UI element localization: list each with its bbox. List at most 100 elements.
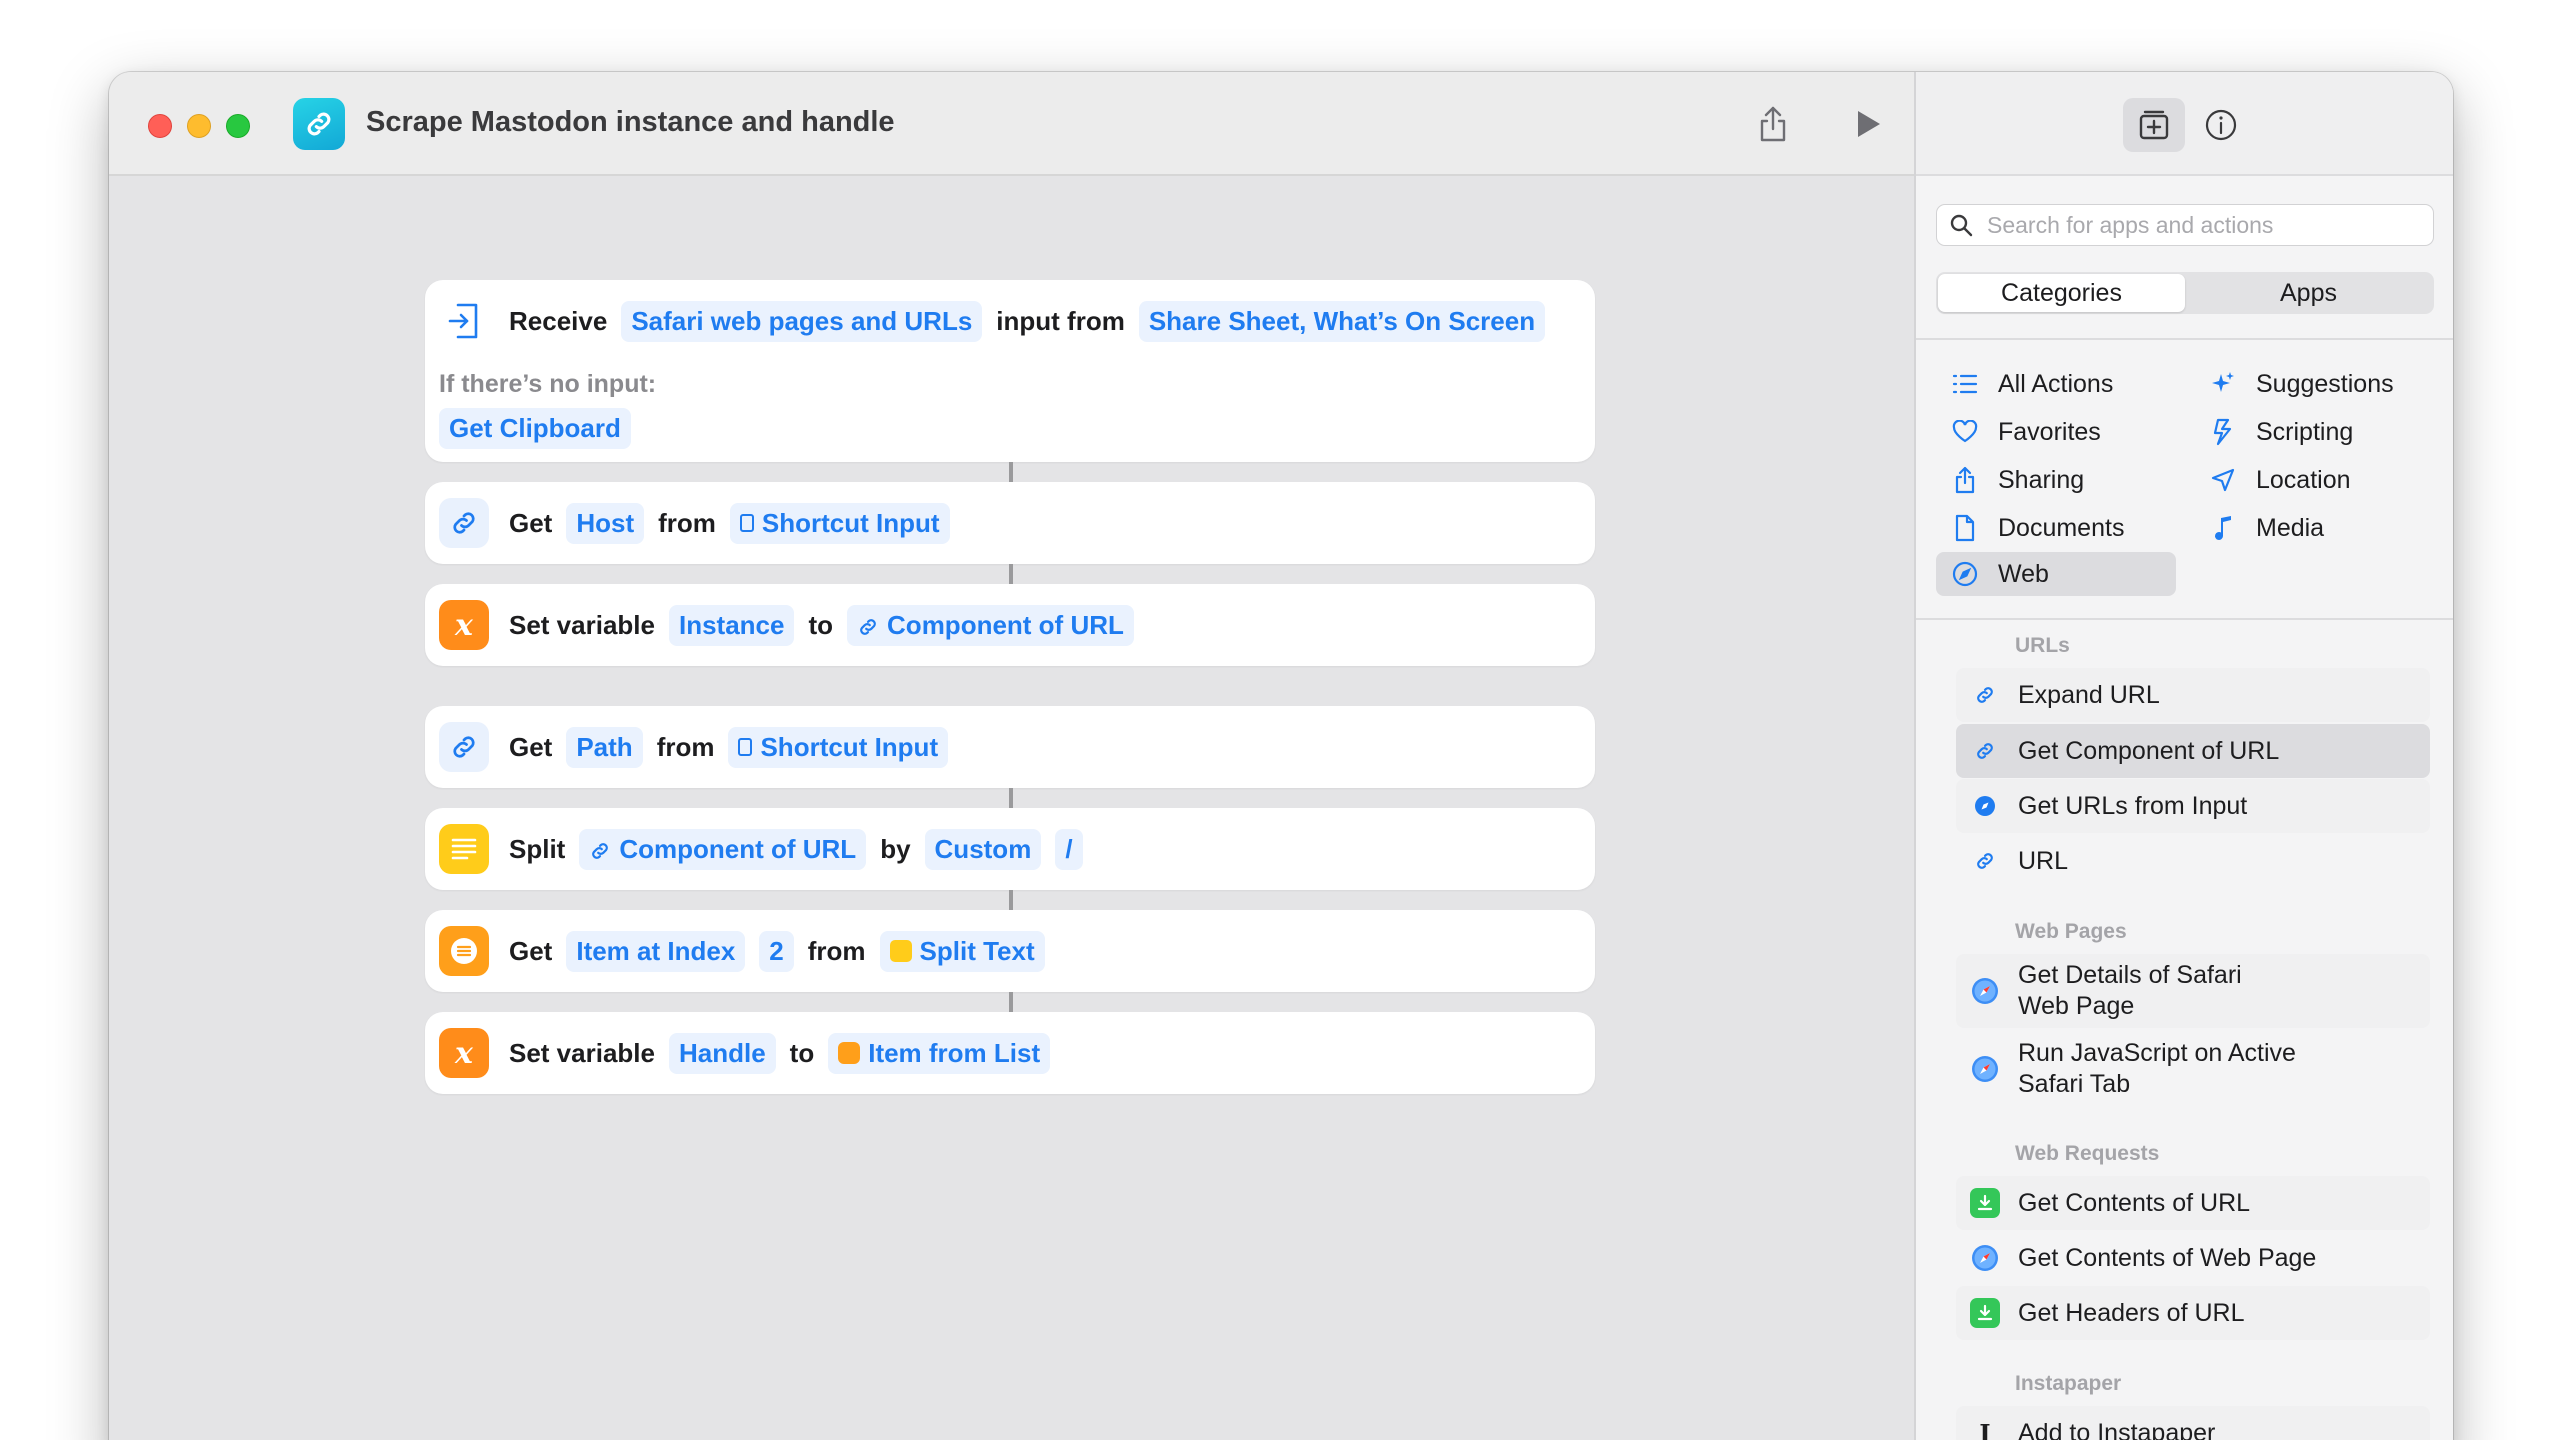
category-suggestions[interactable]: Suggestions bbox=[2194, 362, 2434, 406]
token-label: Split Text bbox=[919, 935, 1035, 966]
divider bbox=[1916, 338, 2453, 340]
action-url[interactable]: URL bbox=[1956, 834, 2430, 888]
input-sources-token[interactable]: Share Sheet, What’s On Screen bbox=[1138, 300, 1546, 342]
music-note-icon bbox=[2208, 513, 2238, 543]
shortcut-input-token[interactable]: Shortcut Input bbox=[729, 502, 950, 544]
shortcut-icon[interactable] bbox=[293, 98, 345, 150]
category-all-actions[interactable]: All Actions bbox=[1936, 362, 2176, 406]
receive-action[interactable]: Receive Safari web pages and URLs input … bbox=[425, 280, 1595, 462]
action-connector bbox=[1009, 564, 1013, 584]
link-icon bbox=[1970, 680, 2000, 710]
search-input[interactable] bbox=[1987, 211, 2427, 239]
variable-name-token[interactable]: Instance bbox=[668, 604, 795, 646]
instapaper-icon: I bbox=[1979, 1418, 1991, 1440]
action-run-javascript-on-active-safari-tab[interactable]: Run JavaScript on Active Safari Tab bbox=[1956, 1032, 2430, 1106]
action-label: Expand URL bbox=[2018, 680, 2160, 709]
action-add-to-instapaper[interactable]: I Add to Instapaper bbox=[1956, 1406, 2430, 1440]
action-connector bbox=[1009, 788, 1013, 808]
get-path-action[interactable]: Get Path from Shortcut Input bbox=[425, 706, 1595, 788]
input-types-token[interactable]: Safari web pages and URLs bbox=[621, 300, 983, 342]
zoom-window-button[interactable] bbox=[226, 114, 250, 138]
item-type-token[interactable]: Item at Index bbox=[566, 930, 746, 972]
action-get-headers-of-url[interactable]: Get Headers of URL bbox=[1956, 1286, 2430, 1340]
action-label: Add to Instapaper bbox=[2018, 1418, 2216, 1440]
text-lines-icon bbox=[889, 940, 912, 962]
category-documents[interactable]: Documents bbox=[1936, 506, 2176, 550]
segment-categories[interactable]: Categories bbox=[1938, 274, 2185, 312]
category-location[interactable]: Location bbox=[2194, 458, 2434, 502]
set-instance-action[interactable]: x Set variable Instance to Component of … bbox=[425, 584, 1595, 666]
receive-input-icon bbox=[439, 296, 489, 346]
get-host-action[interactable]: Get Host from Shortcut Input bbox=[425, 482, 1595, 564]
sparkle-icon bbox=[2208, 369, 2238, 399]
heart-icon bbox=[1950, 417, 1980, 447]
component-token[interactable]: Path bbox=[566, 726, 643, 768]
separator-type-token[interactable]: Custom bbox=[924, 828, 1042, 870]
token-label: Shortcut Input bbox=[761, 507, 940, 538]
segment-apps[interactable]: Apps bbox=[2185, 274, 2432, 312]
search-icon bbox=[1950, 214, 1973, 237]
share-button[interactable] bbox=[1751, 102, 1795, 146]
download-icon bbox=[1970, 1188, 2000, 1218]
compass-icon bbox=[1970, 791, 2000, 821]
action-word: by bbox=[880, 833, 911, 864]
custom-separator-token[interactable]: / bbox=[1055, 828, 1083, 870]
category-media[interactable]: Media bbox=[2194, 506, 2434, 550]
section-header-web-requests: Web Requests bbox=[2015, 1142, 2160, 1165]
safari-icon bbox=[1970, 1243, 2000, 1273]
action-get-contents-of-url[interactable]: Get Contents of URL bbox=[1956, 1176, 2430, 1230]
variable-x-icon: x bbox=[439, 1028, 489, 1078]
link-icon bbox=[439, 722, 489, 772]
action-label: Get Contents of URL bbox=[2018, 1188, 2251, 1217]
get-item-action[interactable]: Get Item at Index 2 from Split Text bbox=[425, 910, 1595, 992]
set-handle-action[interactable]: x Set variable Handle to Item from List bbox=[425, 1012, 1595, 1094]
component-token[interactable]: Host bbox=[566, 502, 645, 544]
details-button[interactable] bbox=[2190, 98, 2252, 152]
run-button[interactable] bbox=[1846, 102, 1890, 146]
close-window-button[interactable] bbox=[148, 114, 172, 138]
section-header-instapaper: Instapaper bbox=[2015, 1372, 2122, 1395]
component-of-url-token[interactable]: Component of URL bbox=[847, 604, 1134, 646]
action-get-component-of-url[interactable]: Get Component of URL bbox=[1956, 724, 2430, 778]
fallback-token[interactable]: Get Clipboard bbox=[439, 408, 631, 449]
link-icon bbox=[439, 498, 489, 548]
library-segmented-control: Categories Apps bbox=[1936, 272, 2434, 314]
minimize-window-button[interactable] bbox=[187, 114, 211, 138]
info-icon bbox=[2205, 109, 2237, 141]
action-label: Get URLs from Input bbox=[2018, 791, 2248, 820]
index-token[interactable]: 2 bbox=[759, 930, 794, 972]
action-get-urls-from-input[interactable]: Get URLs from Input bbox=[1956, 779, 2430, 833]
share-icon bbox=[1950, 465, 1980, 495]
component-of-url-token[interactable]: Component of URL bbox=[579, 828, 867, 870]
category-label: Media bbox=[2256, 513, 2325, 542]
category-label: Location bbox=[2256, 465, 2351, 494]
list-icon bbox=[838, 1042, 861, 1064]
action-label: Get Contents of Web Page bbox=[2018, 1243, 2317, 1272]
item-from-list-token[interactable]: Item from List bbox=[828, 1032, 1051, 1074]
action-expand-url[interactable]: Expand URL bbox=[1956, 668, 2430, 722]
link-icon bbox=[589, 838, 611, 860]
category-web[interactable]: Web bbox=[1936, 552, 2176, 596]
search-field[interactable] bbox=[1936, 204, 2434, 246]
action-get-details-of-safari-web-page[interactable]: Get Details of Safari Web Page bbox=[1956, 954, 2430, 1028]
split-text-action[interactable]: Split Component of URL by Custom / bbox=[425, 808, 1595, 890]
no-input-label: If there’s no input: bbox=[439, 370, 657, 398]
token-label: Item from List bbox=[868, 1037, 1041, 1068]
action-library-button[interactable] bbox=[2123, 98, 2185, 152]
document-icon bbox=[1950, 513, 1980, 543]
action-verb: Get bbox=[509, 731, 553, 762]
category-scripting[interactable]: Scripting bbox=[2194, 410, 2434, 454]
action-label: Get Component of URL bbox=[2018, 736, 2280, 765]
category-sharing[interactable]: Sharing bbox=[1936, 458, 2176, 502]
scripting-icon bbox=[2208, 417, 2238, 447]
list-icon bbox=[1950, 369, 1980, 399]
variable-name-token[interactable]: Handle bbox=[668, 1032, 776, 1074]
action-get-contents-of-web-page[interactable]: Get Contents of Web Page bbox=[1956, 1231, 2430, 1285]
split-text-token[interactable]: Split Text bbox=[879, 930, 1045, 972]
window-title[interactable]: Scrape Mastodon instance and handle bbox=[366, 106, 895, 139]
category-favorites[interactable]: Favorites bbox=[1936, 410, 2176, 454]
shortcut-input-token[interactable]: Shortcut Input bbox=[728, 726, 949, 768]
sidebar-toolbar bbox=[1916, 72, 2453, 176]
play-icon bbox=[1858, 111, 1880, 137]
shortcut-input-icon bbox=[738, 738, 753, 756]
